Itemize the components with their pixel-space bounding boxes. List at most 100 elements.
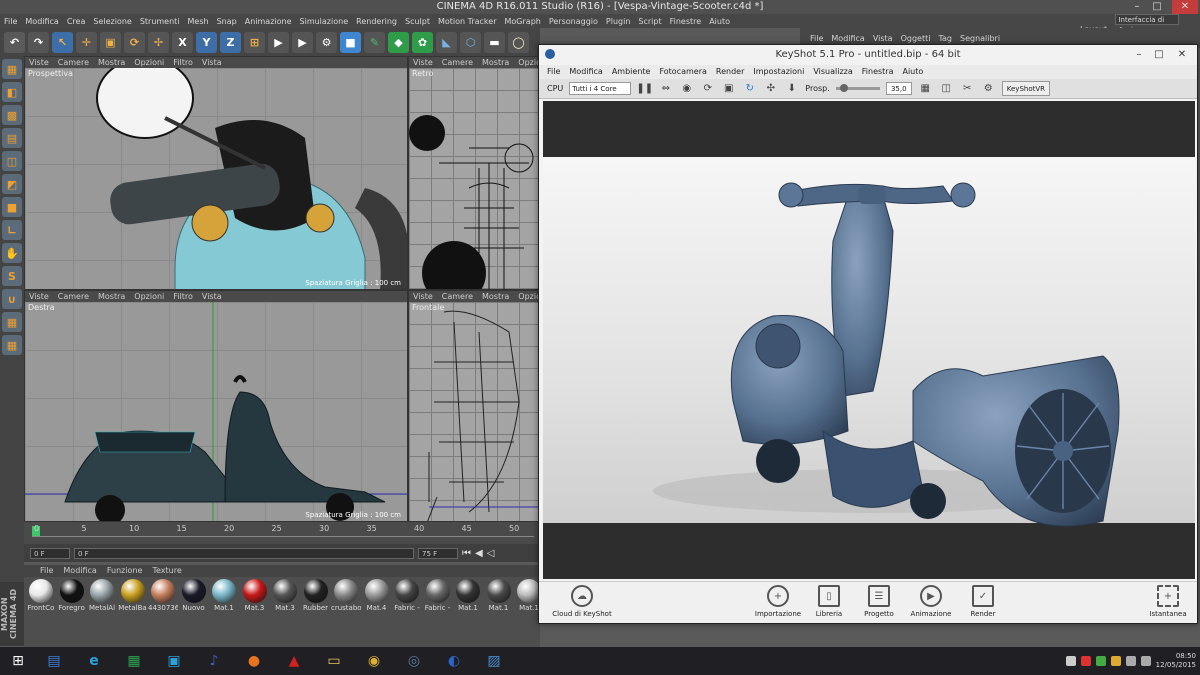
grid-icon[interactable]: ▦ — [2, 335, 22, 355]
perspective-slider[interactable] — [835, 84, 880, 92]
move-tool-icon[interactable]: ✛ — [76, 31, 97, 53]
close-icon[interactable]: ✕ — [1172, 0, 1198, 14]
material-swatch[interactable]: Foregro — [57, 579, 87, 612]
menu-item[interactable]: Animazione — [245, 17, 292, 26]
pause-icon[interactable]: ❚❚ — [636, 82, 653, 96]
material-swatch[interactable]: Mat.4 — [362, 579, 392, 612]
play-backward-icon[interactable]: ◁ — [487, 548, 495, 559]
tray-icon[interactable] — [1110, 656, 1121, 666]
itunes-icon[interactable]: ♪ — [196, 648, 232, 674]
material-swatch[interactable]: Mat.1 — [484, 579, 514, 612]
object-menu-item[interactable]: Segnalibri — [960, 34, 1000, 43]
clock[interactable]: 08:50 12/05/2015 — [1156, 652, 1196, 670]
material-swatch[interactable]: Nuovo — [179, 579, 209, 612]
snap-icon[interactable]: S — [2, 266, 22, 286]
viewport-menu-item[interactable]: Camere — [442, 57, 473, 68]
menu-item[interactable]: Crea — [67, 17, 86, 26]
material-swatch[interactable]: Fabric - — [423, 579, 453, 612]
material-menu-item[interactable]: File — [40, 565, 53, 577]
menu-item[interactable]: Modifica — [25, 17, 58, 26]
viewport-menu-item[interactable]: Filtro — [173, 291, 193, 302]
file-explorer-icon[interactable]: ▤ — [36, 648, 72, 674]
project-button[interactable]: ☰ Progetto — [857, 585, 901, 618]
material-swatch[interactable]: MetalAl — [87, 579, 117, 612]
keyshot-menu-item[interactable]: Fotocamera — [659, 65, 706, 79]
lock-icon[interactable]: ▣ — [721, 82, 736, 96]
keyshot-menu-item[interactable]: Ambiente — [612, 65, 651, 79]
menu-item[interactable]: MoGraph — [505, 17, 541, 26]
texture-mode-icon[interactable]: ▩ — [2, 105, 22, 125]
material-menu-item[interactable]: Texture — [152, 565, 181, 577]
object-menu-item[interactable]: Tag — [938, 34, 952, 43]
animation-button[interactable]: ▶ Animazione — [907, 585, 955, 618]
keyshot-menu-item[interactable]: Impostazioni — [753, 65, 804, 79]
undo-icon[interactable]: ↶ — [4, 31, 25, 53]
render-view-icon[interactable]: ▶ — [268, 31, 289, 53]
viewport-menu-item[interactable]: Filtro — [173, 57, 193, 68]
start-button-icon[interactable]: ⊞ — [4, 648, 32, 674]
material-swatch[interactable]: FrontCo — [26, 579, 56, 612]
tweak-mode-icon[interactable]: ✋ — [2, 243, 22, 263]
viewport-menu-item[interactable]: Mostra — [482, 291, 509, 302]
acrobat-icon[interactable]: ▲ — [276, 648, 312, 674]
layout-dropdown[interactable]: Interfaccia di Avvio — [1115, 14, 1180, 34]
material-swatch[interactable]: Mat.1 — [453, 579, 483, 612]
ks-close-icon[interactable]: ✕ — [1173, 45, 1191, 65]
viewport-menu-item[interactable]: Opzioni — [518, 57, 539, 68]
chrome-icon[interactable]: ◉ — [356, 648, 392, 674]
minimize-icon[interactable]: – — [1128, 0, 1146, 14]
z-axis-icon[interactable]: Z — [220, 31, 241, 53]
keyshot-render-view[interactable] — [543, 101, 1195, 579]
menu-item[interactable]: Mesh — [188, 17, 209, 26]
goto-start-icon[interactable]: ⏮ — [462, 548, 471, 559]
material-swatch[interactable]: Fabric - — [392, 579, 422, 612]
ks-maximize-icon[interactable]: □ — [1151, 45, 1167, 65]
y-axis-icon[interactable]: Y — [196, 31, 217, 53]
settings-icon[interactable]: ⚙ — [981, 82, 996, 96]
viewport-menu-item[interactable]: Camere — [442, 291, 473, 302]
menu-item[interactable]: Aiuto — [709, 17, 730, 26]
scene-icon[interactable]: ⬡ — [460, 31, 481, 53]
magnet-icon[interactable]: ∪ — [2, 289, 22, 309]
keyshot-menu-item[interactable]: Aiuto — [902, 65, 923, 79]
material-swatch[interactable]: MetalBa — [118, 579, 148, 612]
maximize-icon[interactable]: □ — [1148, 0, 1166, 14]
viewport-front[interactable]: VisteCamereMostraOpzioniFiltroVista Fron… — [408, 290, 540, 522]
viewport-menu-item[interactable]: Viste — [29, 291, 49, 302]
redo-icon[interactable]: ↷ — [28, 31, 49, 53]
light-icon[interactable]: ◯ — [508, 31, 529, 53]
workplane-icon[interactable]: ▤ — [2, 128, 22, 148]
render-picture-viewer-icon[interactable]: ▶ — [292, 31, 313, 53]
region-icon[interactable]: ⇔ — [658, 82, 673, 96]
snapshot-button[interactable]: + Istantanea — [1143, 585, 1193, 618]
object-menu-item[interactable]: Oggetti — [901, 34, 931, 43]
cloud-button[interactable]: ☁ Cloud di KeyShot — [547, 585, 617, 618]
material-swatch[interactable]: crustabo — [331, 579, 361, 612]
viewport-menu-item[interactable]: Opzioni — [518, 291, 539, 302]
object-menu-item[interactable]: Modifica — [831, 34, 864, 43]
render-settings-icon[interactable]: ⚙ — [316, 31, 337, 53]
split-icon[interactable]: ◫ — [939, 82, 954, 96]
x-axis-icon[interactable]: X — [172, 31, 193, 53]
keyshot-menu-item[interactable]: Render — [716, 65, 744, 79]
import-button[interactable]: + Importazione — [753, 585, 803, 618]
menu-item[interactable]: Rendering — [356, 17, 397, 26]
perspective-value[interactable]: 35,0 — [885, 82, 912, 95]
keyshot-vr-button[interactable]: KeyShotVR — [1001, 81, 1051, 96]
viewport-menu-item[interactable]: Viste — [413, 57, 433, 68]
model-mode-icon[interactable]: ◧ — [2, 82, 22, 102]
menu-item[interactable]: Personaggio — [549, 17, 598, 26]
network-icon[interactable] — [1125, 656, 1136, 666]
object-menu-item[interactable]: Vista — [873, 34, 893, 43]
menu-item[interactable]: Sculpt — [405, 17, 430, 26]
reset-icon[interactable]: ↻ — [742, 82, 757, 96]
menu-item[interactable]: File — [4, 17, 17, 26]
grid-icon[interactable]: ▦ — [918, 82, 933, 96]
store-bag-icon[interactable]: ▣ — [156, 648, 192, 674]
array-icon[interactable]: ✿ — [412, 31, 433, 53]
internet-explorer-icon[interactable]: e — [76, 648, 112, 674]
tray-icon[interactable] — [1095, 656, 1106, 666]
material-menu-item[interactable]: Funzione — [107, 565, 143, 577]
viewport-menu-item[interactable]: Vista — [202, 291, 222, 302]
screenshot-icon[interactable]: ◉ — [679, 82, 694, 96]
